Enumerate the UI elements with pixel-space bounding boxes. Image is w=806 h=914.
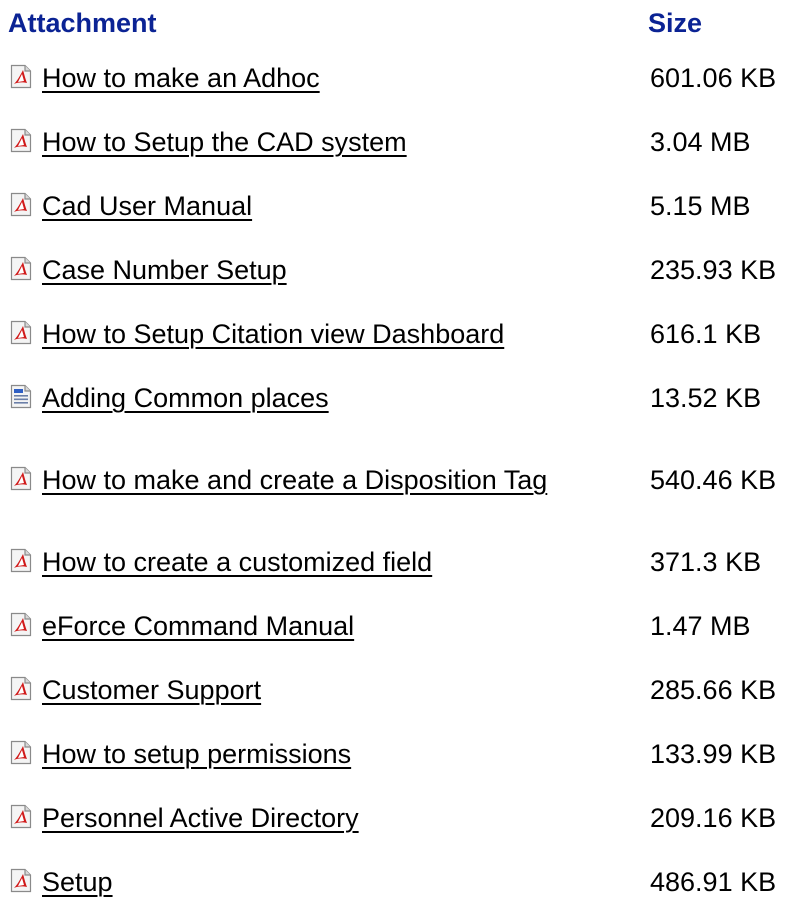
attachment-link[interactable]: Customer Support (42, 675, 261, 705)
pdf-icon (10, 128, 32, 153)
size-cell: 5.15 MB (650, 190, 751, 221)
attachment-cell: Case Number Setup (8, 238, 634, 302)
attachment-cell: Adding Common places (8, 366, 634, 430)
attachment-link[interactable]: How to setup permissions (42, 739, 351, 769)
pdf-icon (10, 740, 32, 765)
attachment-link[interactable]: How to create a customized field (42, 547, 432, 577)
table-row: Customer Support 285.66 KB (8, 658, 800, 722)
attachment-cell: How to make and create a Disposition Tag (8, 430, 634, 530)
pdf-icon (10, 320, 32, 345)
pdf-icon (10, 612, 32, 637)
table-row: How to create a customized field 371.3 K… (8, 530, 800, 594)
table-row: How to make an Adhoc 601.06 KB (8, 46, 800, 110)
table-row: Cad User Manual 5.15 MB (8, 174, 800, 238)
attachment-cell: Cad User Manual (8, 174, 634, 238)
table-row: How to Setup the CAD system 3.04 MB (8, 110, 800, 174)
attachment-cell: Personnel Active Directory (8, 786, 634, 850)
size-cell: 371.3 KB (650, 546, 762, 577)
table-row: How to Setup Citation view Dashboard 616… (8, 302, 800, 366)
attachment-column-header: Attachment (8, 7, 157, 38)
attachment-link[interactable]: Personnel Active Directory (42, 803, 359, 833)
size-cell: 209.16 KB (650, 802, 777, 833)
attachment-cell: How to make an Adhoc (8, 46, 634, 110)
size-cell: 133.99 KB (650, 738, 777, 769)
size-column-header: Size (648, 7, 703, 38)
attachment-link[interactable]: Setup (42, 867, 113, 897)
pdf-icon (10, 256, 32, 281)
pdf-icon (10, 64, 32, 89)
pdf-icon (10, 548, 32, 573)
attachment-cell: eForce Command Manual (8, 594, 634, 658)
attachment-link[interactable]: How to make and create a Disposition Tag (42, 465, 547, 495)
pdf-icon (10, 676, 32, 701)
table-row: Personnel Active Directory 209.16 KB (8, 786, 800, 850)
attachment-cell: Setup (8, 850, 634, 914)
attachment-cell: How to Setup the CAD system (8, 110, 634, 174)
pdf-icon (10, 192, 32, 217)
size-cell: 235.93 KB (650, 254, 777, 285)
table-row: Setup 486.91 KB (8, 850, 800, 914)
size-cell: 616.1 KB (650, 318, 762, 349)
attachment-link[interactable]: Adding Common places (42, 383, 329, 413)
attachment-link[interactable]: Cad User Manual (42, 191, 252, 221)
size-cell: 486.91 KB (650, 866, 777, 897)
pdf-icon (10, 466, 32, 491)
table-row: How to setup permissions 133.99 KB (8, 722, 800, 786)
attachment-cell: Customer Support (8, 658, 634, 722)
attachment-cell: How to Setup Citation view Dashboard (8, 302, 634, 366)
table-row: Case Number Setup 235.93 KB (8, 238, 800, 302)
attachment-link[interactable]: Case Number Setup (42, 255, 287, 285)
attachment-link[interactable]: How to Setup the CAD system (42, 127, 407, 157)
attachment-link[interactable]: How to make an Adhoc (42, 63, 320, 93)
table-row: How to make and create a Disposition Tag… (8, 430, 800, 530)
attachment-cell: How to setup permissions (8, 722, 634, 786)
size-cell: 540.46 KB (650, 464, 777, 495)
size-cell: 3.04 MB (650, 126, 751, 157)
attachments-table: Attachment Size How to make an Adhoc 601… (8, 0, 800, 914)
attachment-link[interactable]: How to Setup Citation view Dashboard (42, 319, 504, 349)
attachment-link[interactable]: eForce Command Manual (42, 611, 354, 641)
attachment-cell: How to create a customized field (8, 530, 634, 594)
size-cell: 601.06 KB (650, 62, 777, 93)
size-cell: 285.66 KB (650, 674, 777, 705)
header-row: Attachment Size (8, 0, 800, 46)
size-cell: 13.52 KB (650, 382, 762, 413)
pdf-icon (10, 804, 32, 829)
table-row: Adding Common places 13.52 KB (8, 366, 800, 430)
table-row: eForce Command Manual 1.47 MB (8, 594, 800, 658)
document-icon (10, 384, 32, 409)
size-cell: 1.47 MB (650, 610, 751, 641)
pdf-icon (10, 868, 32, 893)
